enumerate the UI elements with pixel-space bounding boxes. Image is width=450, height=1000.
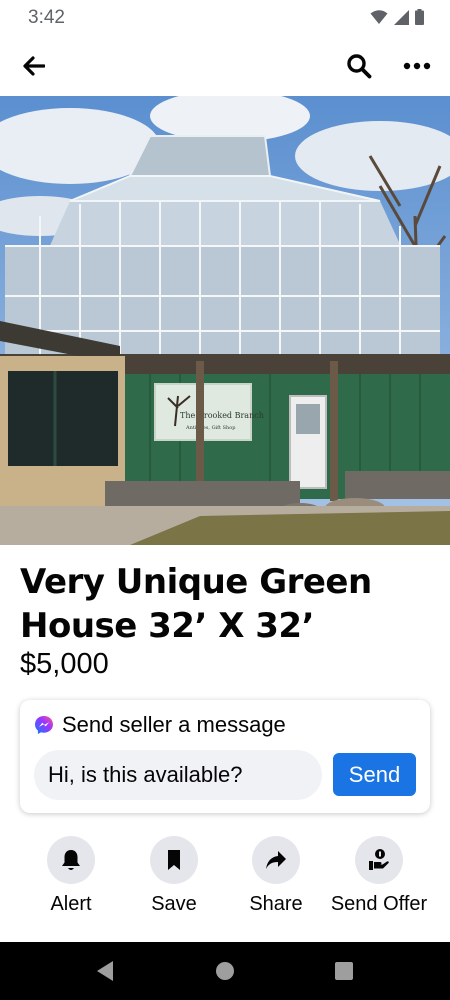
nav-home-button[interactable] — [212, 958, 238, 984]
share-label: Share — [249, 893, 303, 915]
listing-title: Very Unique Green House 32’ X 32’ — [20, 562, 372, 646]
system-navigation-bar — [0, 942, 450, 1000]
messenger-icon — [35, 716, 53, 734]
listing-photo[interactable]: The Crooked Branch Antiques, Gift Shop — [0, 96, 450, 545]
status-time: 3:42 — [28, 7, 65, 28]
save-button[interactable]: Save — [124, 836, 224, 917]
nav-back-button[interactable] — [92, 958, 118, 984]
share-icon — [266, 851, 286, 869]
save-label: Save — [151, 893, 197, 915]
message-input[interactable] — [34, 750, 322, 800]
greenhouse-photo-illustration: The Crooked Branch Antiques, Gift Shop — [0, 96, 450, 545]
send-button[interactable]: Send — [333, 753, 416, 796]
message-card-header: Send seller a message — [34, 712, 286, 738]
bookmark-icon — [168, 850, 180, 870]
save-icon-circle — [150, 836, 198, 884]
listing-actions: Alert Save Share Send Offer — [0, 836, 450, 942]
send-offer-button[interactable]: Send Offer — [329, 836, 429, 917]
message-card-title: Send seller a message — [62, 712, 286, 737]
alert-icon-circle — [47, 836, 95, 884]
back-arrow-icon — [23, 56, 45, 76]
bell-icon — [62, 850, 80, 870]
share-icon-circle — [252, 836, 300, 884]
wifi-icon — [370, 10, 388, 24]
nav-back-icon — [97, 961, 113, 981]
offer-icon-circle — [355, 836, 403, 884]
search-button[interactable] — [341, 48, 377, 84]
battery-icon — [415, 9, 424, 25]
message-seller-card: Send seller a message Send — [20, 700, 430, 813]
alert-button[interactable]: Alert — [21, 836, 121, 917]
cell-signal-icon — [394, 9, 409, 25]
status-icons — [370, 9, 424, 25]
nav-recents-icon — [335, 962, 353, 980]
sign-text-sub: Antiques, Gift Shop — [185, 425, 235, 431]
nav-recents-button[interactable] — [331, 958, 357, 984]
send-offer-label: Send Offer — [330, 893, 428, 915]
nav-home-icon — [216, 962, 234, 980]
sign-text-main: The Crooked Branch — [180, 411, 264, 420]
more-options-button[interactable] — [399, 48, 435, 84]
status-bar: 3:42 — [0, 0, 450, 36]
listing-price: $5,000 — [20, 648, 109, 680]
back-button[interactable] — [16, 48, 52, 84]
alert-label: Alert — [50, 893, 92, 915]
offer-icon — [369, 849, 389, 870]
search-icon — [347, 54, 372, 79]
share-button[interactable]: Share — [226, 836, 326, 917]
top-app-bar — [0, 36, 450, 96]
more-dots-icon — [403, 62, 431, 70]
